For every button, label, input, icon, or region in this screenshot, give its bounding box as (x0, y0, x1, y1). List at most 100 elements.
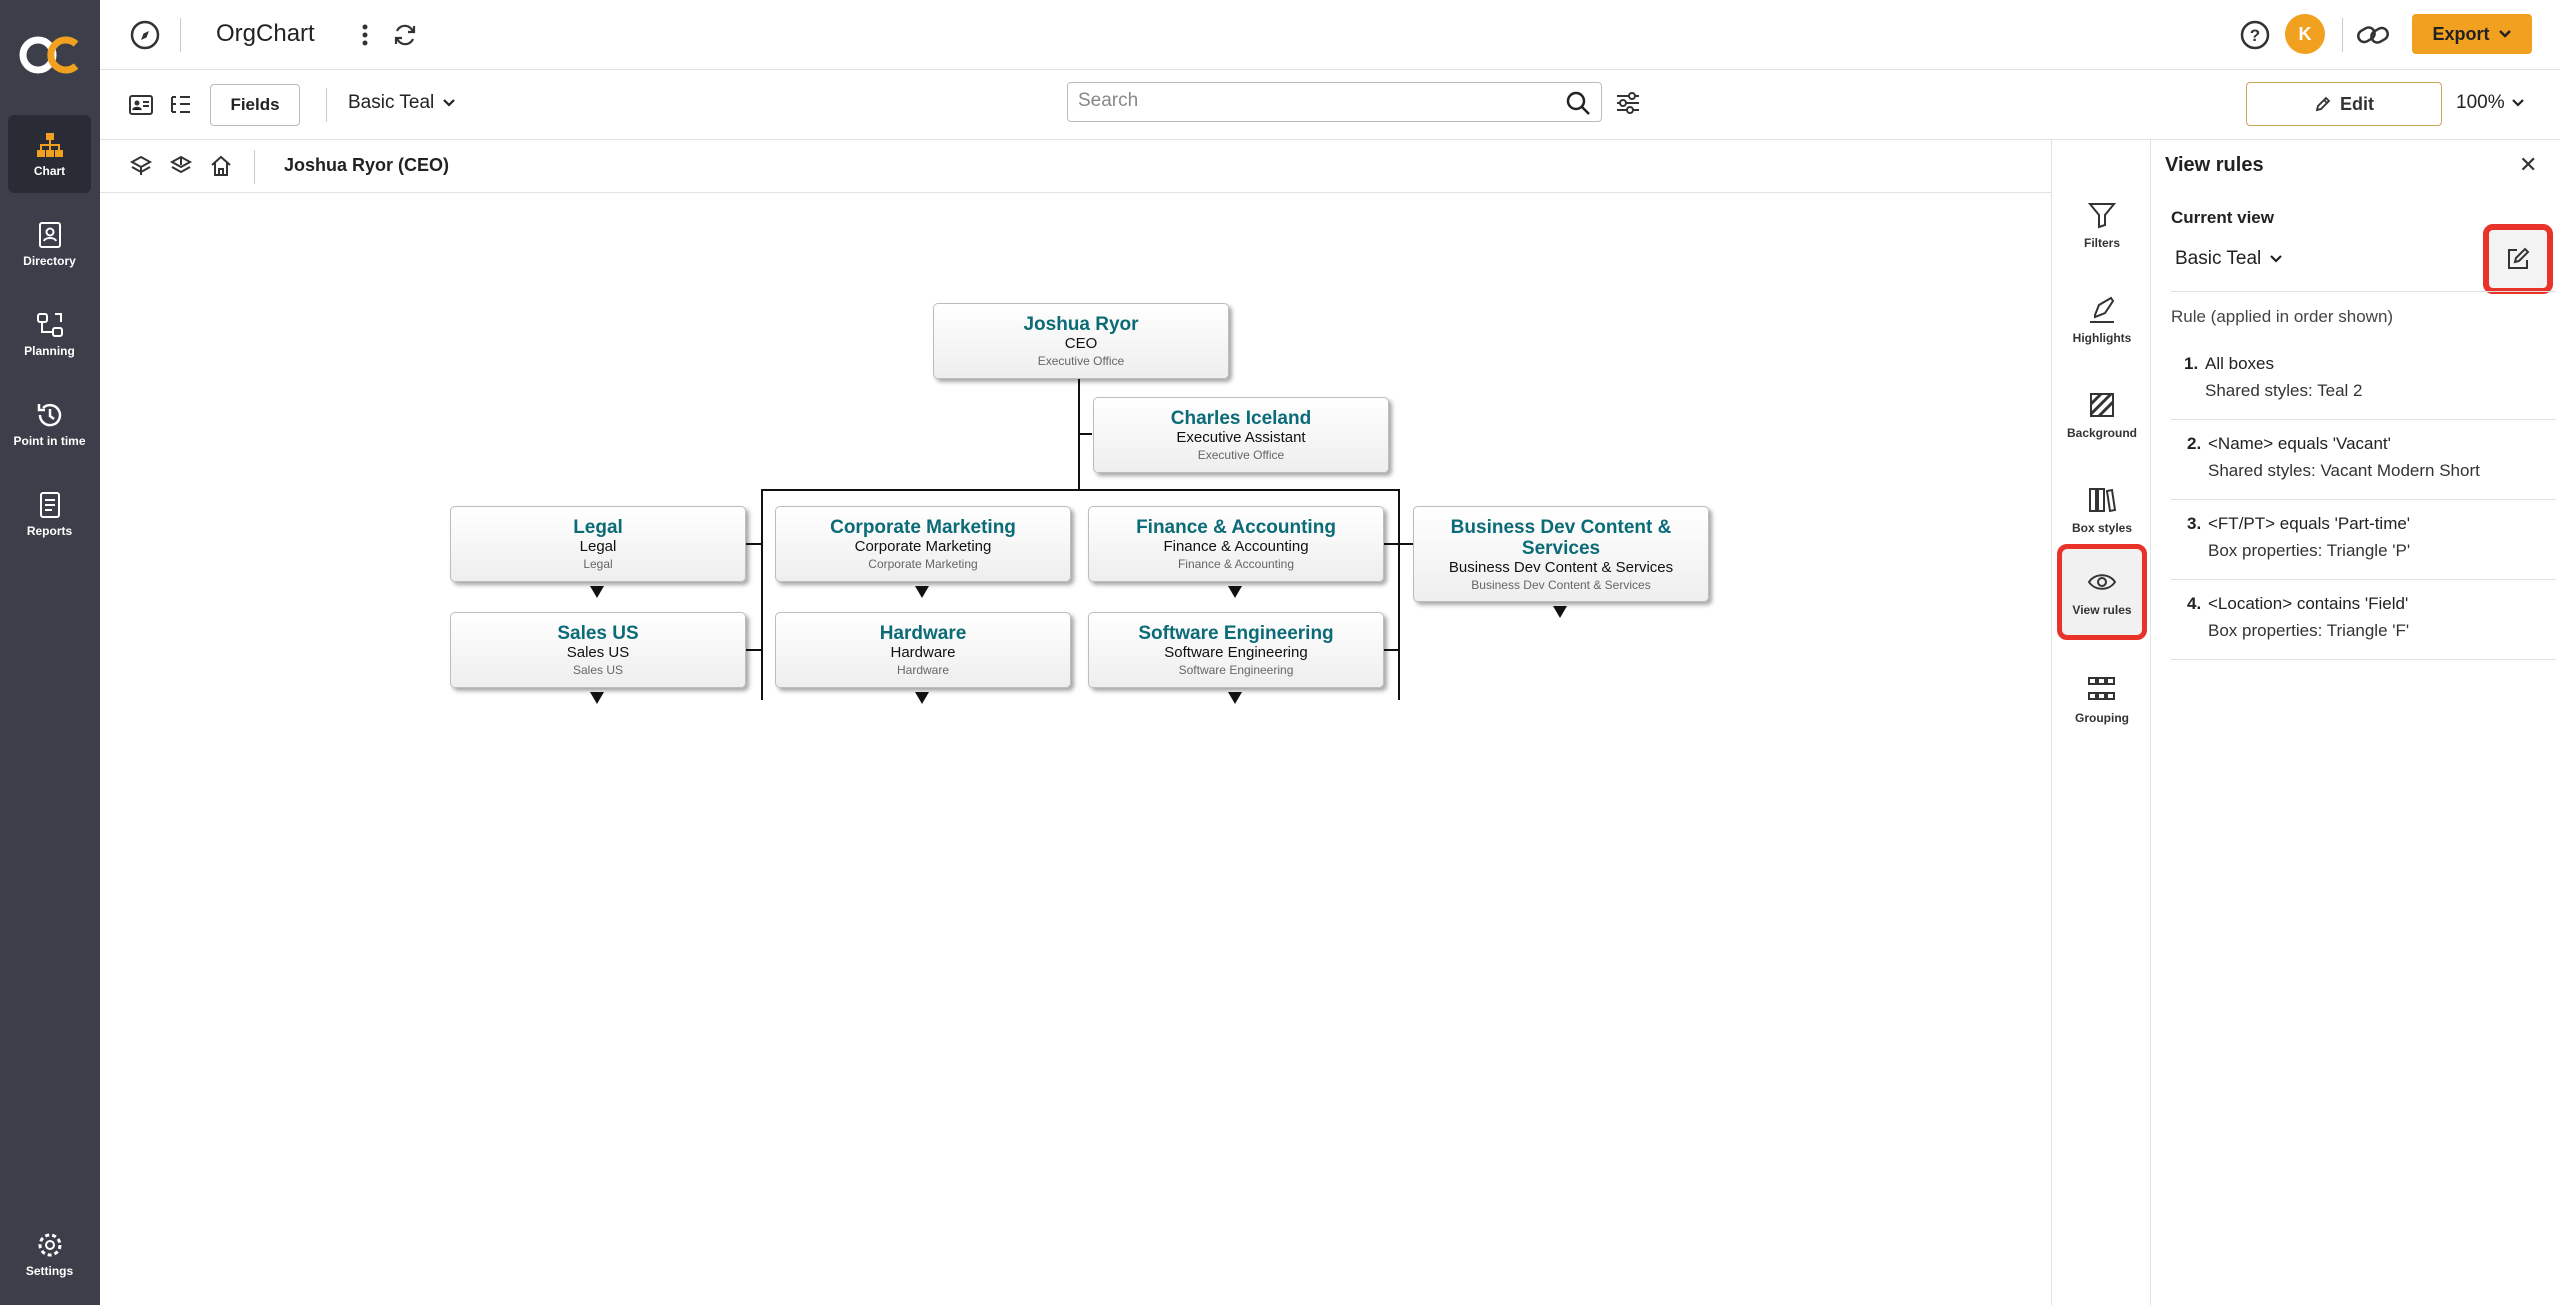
box-title: Sales US (566, 644, 630, 661)
fields-button[interactable]: Fields (210, 84, 300, 126)
rail-label: Settings (25, 1264, 74, 1278)
more-options-icon[interactable] (355, 20, 375, 50)
svg-text:?: ? (2250, 26, 2260, 45)
expand-triangle-icon[interactable] (915, 692, 929, 704)
divider (326, 88, 327, 122)
edit-label: Edit (2340, 93, 2374, 114)
org-chart-icon (36, 133, 63, 157)
refresh-icon[interactable] (390, 20, 420, 50)
connector-line (745, 649, 761, 651)
rail-item-directory[interactable]: Directory (8, 205, 91, 283)
expand-triangle-icon[interactable] (590, 586, 604, 598)
box-title: Executive Assistant (1176, 429, 1306, 446)
edit-button[interactable]: Edit (2246, 82, 2442, 126)
rule-item[interactable]: 1. All boxes Shared styles: Teal 2 (2171, 340, 2556, 420)
connector-line (1398, 489, 1400, 700)
org-box-department[interactable]: Finance & Accounting Finance & Accountin… (1088, 506, 1384, 582)
card-view-icon[interactable] (128, 92, 154, 118)
org-chart-canvas[interactable]: Joshua Ryor CEO Executive Office Charles… (100, 193, 2051, 1305)
box-name: Legal (573, 517, 623, 538)
org-box-department[interactable]: Software Engineering Software Engineerin… (1088, 612, 1384, 688)
rule-item[interactable]: 2. <Name> equals 'Vacant' Shared styles:… (2171, 420, 2556, 500)
chevron-down-icon (2498, 30, 2511, 38)
rule-effect: Shared styles: Vacant Modern Short (2208, 461, 2480, 480)
panel-title: View rules (2165, 154, 2264, 176)
search-filter-settings-icon[interactable] (1613, 88, 1643, 118)
app-title: OrgChart (216, 20, 315, 47)
connector-line (1078, 433, 1092, 435)
collapse-levels-icon[interactable] (128, 153, 154, 179)
rule-number: 3. (2187, 514, 2202, 533)
help-icon[interactable]: ? (2238, 18, 2272, 52)
rail-item-reports[interactable]: Reports (8, 475, 91, 553)
org-box-department[interactable]: Business Dev Content & Services Business… (1413, 506, 1709, 602)
tool-background[interactable]: Background (2057, 372, 2147, 458)
rail-item-point-in-time[interactable]: Point in time (8, 385, 91, 463)
box-name: Sales US (557, 623, 639, 644)
expand-levels-icon[interactable] (168, 153, 194, 179)
search-input[interactable] (1078, 83, 1548, 119)
compass-icon[interactable] (128, 18, 162, 52)
box-title: Legal (579, 538, 617, 555)
tool-highlights[interactable]: Highlights (2057, 277, 2147, 363)
rail-label: Reports (26, 524, 73, 538)
org-box-department[interactable]: Hardware Hardware Hardware (775, 612, 1071, 688)
expand-triangle-icon[interactable] (1228, 586, 1242, 598)
tree-view-icon[interactable] (168, 92, 194, 118)
rule-effect: Shared styles: Teal 2 (2205, 381, 2363, 400)
user-avatar[interactable]: K (2285, 14, 2325, 54)
box-title: CEO (1064, 335, 1098, 352)
expand-triangle-icon[interactable] (1228, 692, 1242, 704)
expand-triangle-icon[interactable] (590, 692, 604, 704)
box-department: Business Dev Content & Services (1471, 578, 1651, 592)
home-icon[interactable] (208, 153, 234, 179)
rule-number: 2. (2187, 434, 2202, 453)
org-box-ceo[interactable]: Joshua Ryor CEO Executive Office (933, 303, 1229, 379)
tool-filters[interactable]: Filters (2057, 182, 2147, 268)
rail-item-chart[interactable]: Chart (8, 115, 91, 193)
org-box-department[interactable]: Sales US Sales US Sales US (450, 612, 746, 688)
expand-triangle-icon[interactable] (1553, 606, 1567, 618)
grouping-icon (2088, 677, 2115, 700)
export-button[interactable]: Export (2412, 14, 2532, 54)
tool-box-styles[interactable]: Box styles (2057, 467, 2147, 553)
orgchart-logo[interactable] (18, 30, 82, 80)
rule-number: 4. (2187, 594, 2202, 613)
divider (2342, 18, 2343, 52)
box-name: Charles Iceland (1170, 408, 1312, 429)
expand-triangle-icon[interactable] (915, 586, 929, 598)
org-box-department[interactable]: Corporate Marketing Corporate Marketing … (775, 506, 1071, 582)
tool-view-rules[interactable]: View rules (2057, 544, 2147, 640)
box-department: Software Engineering (1178, 663, 1294, 677)
rail-item-settings[interactable]: Settings (8, 1215, 91, 1293)
search-icon[interactable] (1565, 90, 1591, 116)
rule-effect: Box properties: Triangle 'P' (2208, 541, 2411, 560)
box-title: Hardware (890, 644, 956, 661)
gear-icon (38, 1233, 61, 1257)
tool-label: Highlights (2072, 331, 2132, 345)
rule-item[interactable]: 3. <FT/PT> equals 'Part-time' Box proper… (2171, 500, 2556, 580)
current-view-label: Current view (2171, 208, 2274, 227)
edit-view-button[interactable] (2483, 224, 2553, 294)
close-icon[interactable]: ✕ (2519, 152, 2537, 178)
theme-select[interactable]: Basic Teal (348, 92, 456, 114)
side-tool-strip: Filters Highlights Background Box styles… (2051, 140, 2151, 1305)
box-department: Executive Office (1197, 448, 1285, 462)
top-bar: OrgChart ? K Export (100, 0, 2560, 70)
org-box-department[interactable]: Legal Legal Legal (450, 506, 746, 582)
planning-icon (36, 313, 63, 337)
current-view-select[interactable]: Basic Teal (2175, 248, 2283, 270)
rule-item[interactable]: 4. <Location> contains 'Field' Box prope… (2171, 580, 2556, 660)
rail-item-planning[interactable]: Planning (8, 295, 91, 373)
tool-grouping[interactable]: Grouping (2057, 657, 2147, 743)
chevron-down-icon (2511, 99, 2524, 107)
zoom-select[interactable]: 100% (2456, 92, 2525, 114)
left-nav-rail: Chart Directory Planning Point in time R… (0, 0, 100, 1305)
box-department: Finance & Accounting (1177, 557, 1295, 571)
rail-label: Chart (33, 164, 66, 178)
pencil-icon (2315, 96, 2331, 112)
breadcrumb-current[interactable]: Joshua Ryor (CEO) (284, 155, 449, 176)
box-name: Business Dev Content & Services (1450, 517, 1672, 559)
org-box-assistant[interactable]: Charles Iceland Executive Assistant Exec… (1093, 397, 1389, 473)
link-icon[interactable] (2355, 18, 2391, 52)
